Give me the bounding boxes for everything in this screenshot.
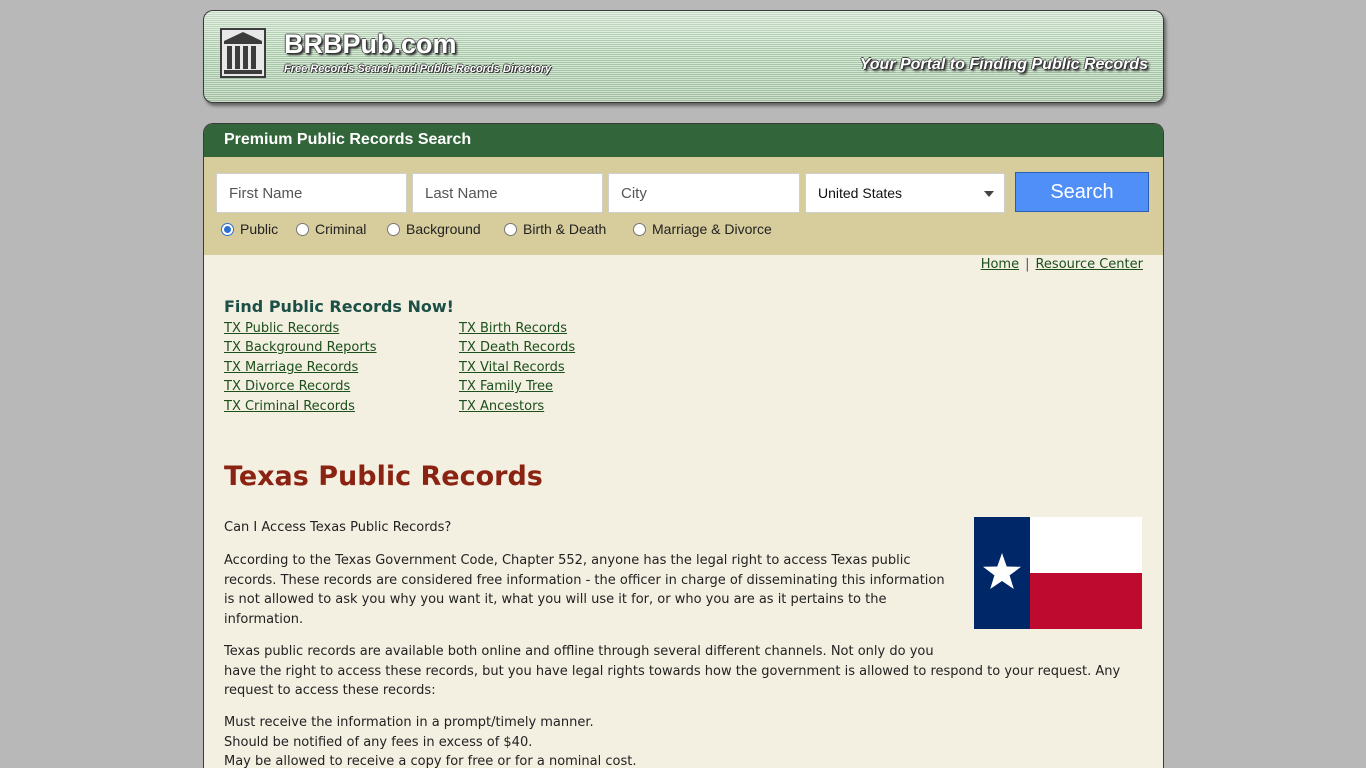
paragraph-line: is not allowed to ask you why you want i… — [224, 592, 887, 607]
article-paragraph-2: Texas public records are available both … — [224, 642, 1120, 701]
list-item: Must receive the information in a prompt… — [224, 715, 594, 730]
chevron-down-icon — [984, 191, 994, 197]
search-button[interactable]: Search — [1015, 172, 1149, 212]
radio-birth-death-label: Birth & Death — [523, 221, 607, 237]
radio-criminal-dot[interactable] — [296, 222, 309, 236]
breadcrumb-links: Home | Resource Center — [981, 257, 1143, 272]
radio-criminal-label: Criminal — [315, 221, 367, 237]
article-question: Can I Access Texas Public Records? — [224, 520, 452, 535]
radio-background-label: Background — [406, 221, 481, 237]
link-tx-background-reports[interactable]: TX Background Reports — [224, 340, 377, 355]
radio-birth-death[interactable]: Birth & Death — [504, 221, 606, 237]
link-tx-death-records[interactable]: TX Death Records — [459, 340, 575, 355]
country-select[interactable]: United States — [805, 173, 1005, 213]
search-panel: Premium Public Records Search First Name… — [203, 123, 1164, 255]
paragraph-line: information. — [224, 611, 304, 627]
radio-public-dot[interactable] — [221, 222, 234, 236]
link-tx-ancestors[interactable]: TX Ancestors — [459, 399, 544, 414]
link-tx-criminal-records[interactable]: TX Criminal Records — [224, 399, 355, 414]
texas-flag-image — [974, 517, 1142, 629]
paragraph-line: have the right to access these records, … — [224, 663, 1121, 679]
link-tx-divorce-records[interactable]: TX Divorce Records — [224, 379, 350, 394]
radio-marriage-divorce-dot[interactable] — [633, 222, 646, 236]
resource-center-link[interactable]: Resource Center — [1035, 257, 1143, 272]
list-item: May be allowed to receive a copy for fre… — [224, 754, 637, 768]
radio-public[interactable]: Public — [221, 221, 278, 237]
search-panel-title: Premium Public Records Search — [204, 124, 1163, 157]
find-records-title: Find Public Records Now! — [224, 297, 454, 316]
link-tx-family-tree[interactable]: TX Family Tree — [459, 379, 553, 394]
courthouse-logo-icon[interactable] — [219, 27, 267, 79]
article-paragraph-1: According to the Texas Government Code, … — [224, 551, 945, 629]
site-header: BRBPub.com Free Records Search and Publi… — [203, 10, 1164, 103]
site-tagline: Free Records Search and Public Records D… — [284, 63, 552, 75]
paragraph-line: Texas public records are available both … — [224, 644, 934, 659]
home-link[interactable]: Home — [981, 257, 1019, 272]
list-item: Should be notified of any fees in excess… — [224, 734, 533, 750]
radio-marriage-divorce[interactable]: Marriage & Divorce — [633, 221, 772, 237]
link-tx-marriage-records[interactable]: TX Marriage Records — [224, 360, 358, 375]
first-name-input[interactable]: First Name — [216, 173, 407, 213]
paragraph-line: request to access these records: — [224, 683, 436, 698]
site-name[interactable]: BRBPub.com — [284, 29, 457, 60]
radio-background-dot[interactable] — [387, 222, 400, 236]
radio-public-label: Public — [240, 221, 279, 237]
link-tx-birth-records[interactable]: TX Birth Records — [459, 321, 567, 336]
page-title: Texas Public Records — [224, 461, 543, 492]
city-input[interactable]: City — [608, 173, 800, 213]
radio-criminal[interactable]: Criminal — [296, 221, 366, 237]
article-requirements-list: Must receive the information in a prompt… — [224, 713, 636, 768]
link-tx-vital-records[interactable]: TX Vital Records — [459, 360, 565, 375]
main-content: Home | Resource Center Find Public Records… — [203, 255, 1164, 768]
radio-background[interactable]: Background — [387, 221, 481, 237]
portal-slogan: Your Portal to Finding Public Records — [859, 56, 1148, 73]
link-tx-public-records[interactable]: TX Public Records — [224, 321, 339, 336]
last-name-input[interactable]: Last Name — [412, 173, 603, 213]
paragraph-line: records. These records are considered fr… — [224, 572, 945, 588]
link-separator: | — [1025, 257, 1030, 272]
country-select-value: United States — [818, 185, 903, 201]
paragraph-line: According to the Texas Government Code, … — [224, 553, 911, 568]
radio-marriage-divorce-label: Marriage & Divorce — [652, 221, 772, 237]
radio-birth-death-dot[interactable] — [504, 222, 517, 236]
